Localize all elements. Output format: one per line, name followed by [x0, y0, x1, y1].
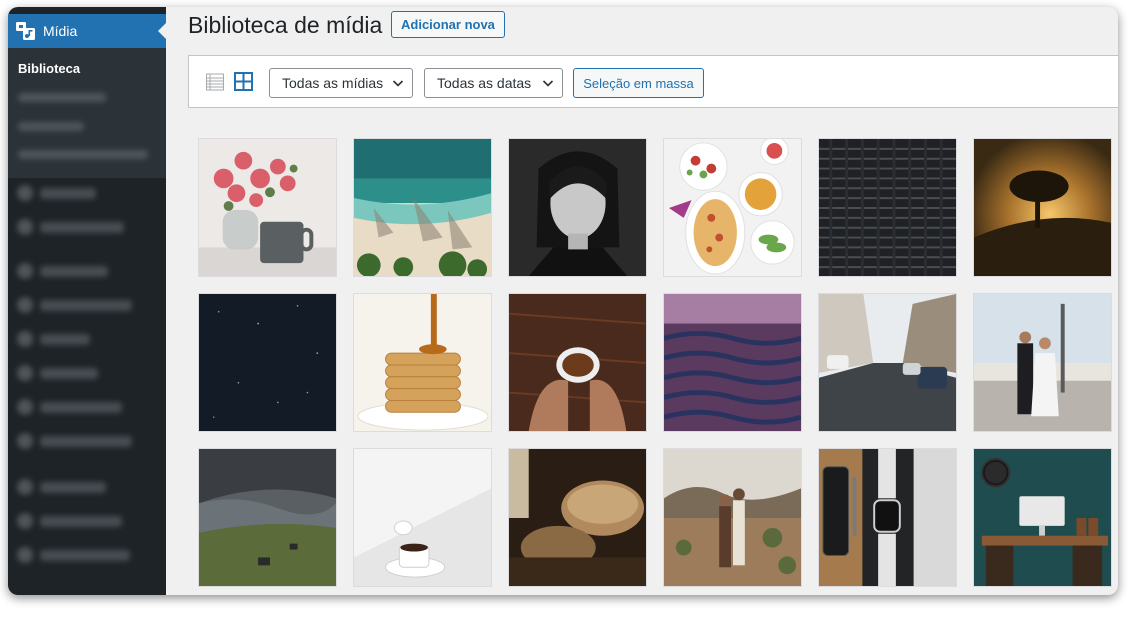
menu-icon-blurred	[17, 219, 33, 235]
chevron-down-icon	[542, 80, 554, 87]
date-filter-value: Todas as datas	[437, 75, 532, 91]
admin-sidebar: Mídia Biblioteca	[8, 7, 166, 595]
wp-admin-window: Mídia Biblioteca Biblioteca de mídia Adi…	[8, 7, 1118, 595]
menu-icon-blurred	[17, 399, 33, 415]
submenu-item-blurred[interactable]	[18, 93, 106, 102]
add-new-button[interactable]: Adicionar nova	[391, 11, 505, 38]
main-content: Biblioteca de mídia Adicionar nova Todas…	[166, 7, 1118, 595]
sidebar-item-blurred[interactable]	[40, 222, 124, 233]
media-thumbnail-coffee-cup-minimal[interactable]	[353, 448, 492, 587]
media-thumbnail-food-plates-top-view[interactable]	[663, 138, 802, 277]
media-submenu: Biblioteca	[8, 48, 166, 178]
list-view-icon[interactable]	[206, 73, 224, 91]
media-thumbnail-pink-roses-and-mug[interactable]	[198, 138, 337, 277]
page-title: Biblioteca de mídia	[188, 12, 383, 38]
chevron-down-icon	[392, 80, 404, 87]
sidebar-item-blurred[interactable]	[40, 550, 130, 561]
media-toolbar: Todas as mídias Todas as datas Seleção e…	[188, 55, 1118, 108]
media-thumbnail-tower-building-facade[interactable]	[818, 138, 957, 277]
media-thumbnail-couple-desert-field[interactable]	[663, 448, 802, 587]
sidebar-item-blurred[interactable]	[40, 334, 90, 345]
media-thumbnail-hands-holding-coffee[interactable]	[508, 293, 647, 432]
sidebar-item-blurred[interactable]	[40, 188, 96, 199]
current-menu-arrow	[158, 23, 166, 39]
submenu-item-library[interactable]: Biblioteca	[18, 61, 80, 76]
media-thumbnail-tree-sunset-silhouette[interactable]	[973, 138, 1112, 277]
media-thumbnail-phone-and-smartwatch[interactable]	[818, 448, 957, 587]
bulk-select-button[interactable]: Seleção em massa	[573, 68, 704, 98]
media-type-filter-value: Todas as mídias	[282, 75, 384, 91]
media-thumbnail-ocean-waves-dusk[interactable]	[663, 293, 802, 432]
menu-icon-blurred	[17, 185, 33, 201]
media-thumbnail-bread-loaf-dark[interactable]	[508, 448, 647, 587]
media-thumbnail-bw-woman-portrait[interactable]	[508, 138, 647, 277]
media-thumbnail-workspace-desk-wall[interactable]	[973, 448, 1112, 587]
media-thumbnail-cloudy-hills-landscape[interactable]	[198, 448, 337, 587]
sidebar-item-media-label: Mídia	[43, 23, 78, 39]
media-thumbnail-aerial-beach-palm-shadows[interactable]	[353, 138, 492, 277]
menu-icon-blurred	[17, 263, 33, 279]
date-filter[interactable]: Todas as datas	[424, 68, 563, 98]
sidebar-item-blurred[interactable]	[40, 482, 106, 493]
media-icon	[16, 22, 35, 40]
sidebar-item-media[interactable]: Mídia	[8, 14, 166, 48]
menu-icon-blurred	[17, 297, 33, 313]
media-thumbnail-wedding-couple-bridge[interactable]	[973, 293, 1112, 432]
menu-icon-blurred	[17, 513, 33, 529]
menu-icon-blurred	[17, 331, 33, 347]
sidebar-item-blurred[interactable]	[40, 368, 98, 379]
menu-icon-blurred	[17, 365, 33, 381]
menu-icon-blurred	[17, 479, 33, 495]
sidebar-item-blurred[interactable]	[40, 516, 122, 527]
media-thumbnail-city-street-cars[interactable]	[818, 293, 957, 432]
sidebar-item-blurred[interactable]	[40, 266, 108, 277]
menu-icon-blurred	[17, 547, 33, 563]
sidebar-item-blurred[interactable]	[40, 436, 132, 447]
grid-view-icon[interactable]	[234, 72, 253, 91]
media-thumbnail-starry-night-sky[interactable]	[198, 293, 337, 432]
media-thumbnail-pancakes-syrup[interactable]	[353, 293, 492, 432]
media-type-filter[interactable]: Todas as mídias	[269, 68, 413, 98]
submenu-item-blurred[interactable]	[18, 122, 84, 131]
sidebar-item-blurred[interactable]	[40, 300, 132, 311]
menu-icon-blurred	[17, 433, 33, 449]
submenu-item-blurred[interactable]	[18, 150, 148, 159]
sidebar-item-blurred[interactable]	[40, 402, 122, 413]
